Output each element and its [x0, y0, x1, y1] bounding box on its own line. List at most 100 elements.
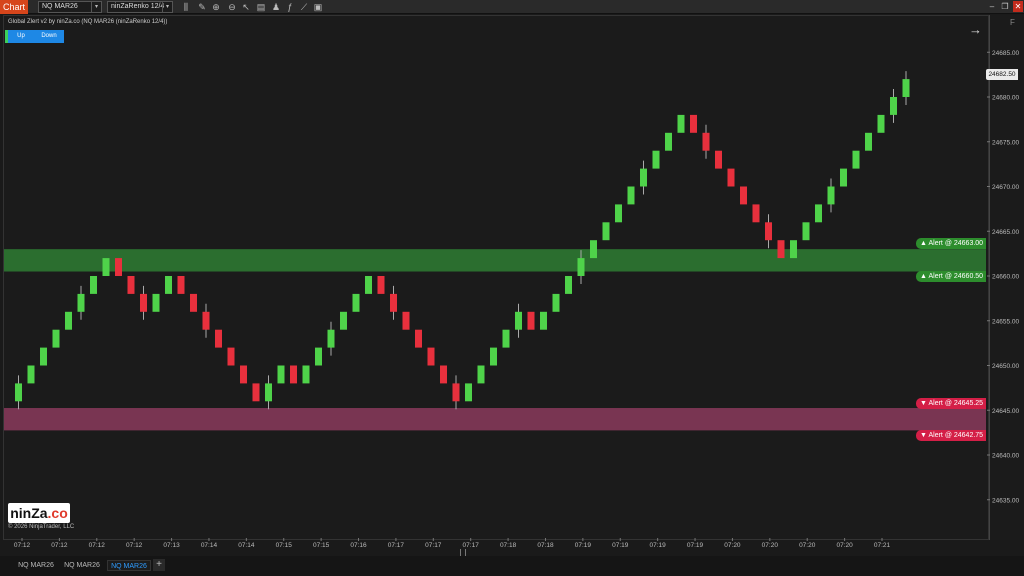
y-tick-label: 24655.00: [992, 318, 1019, 325]
alert-label[interactable]: ▲ Alert @ 24663.00: [916, 238, 986, 249]
candle: [402, 311, 410, 330]
tab-instrument[interactable]: NQ MAR26: [14, 560, 58, 571]
alert-label[interactable]: ▼ Alert @ 24642.75: [916, 430, 986, 441]
candle: [252, 383, 260, 402]
x-tick-label: 07:16: [350, 542, 367, 549]
alert-label[interactable]: ▼ Alert @ 24645.25: [916, 398, 986, 409]
x-tick-label: 07:20: [724, 542, 741, 549]
arrow-right-icon[interactable]: →: [969, 22, 982, 37]
candle: [752, 204, 760, 223]
logo-text-a: ninZa: [10, 505, 48, 521]
candle: [790, 240, 797, 259]
x-tick-label: 07:12: [126, 542, 143, 549]
x-tick-label: 07:12: [14, 542, 31, 549]
candle: [240, 365, 247, 384]
x-tick-label: 07:19: [612, 542, 629, 549]
candle: [890, 97, 897, 115]
x-tick-label: 07:20: [762, 542, 779, 549]
y-tick-label: 24680.00: [992, 95, 1019, 102]
candle: [377, 276, 385, 294]
candle: [390, 293, 397, 312]
candle: [302, 365, 310, 384]
y-tick-label: 24650.00: [992, 363, 1019, 370]
candle: [552, 293, 560, 312]
candle: [165, 276, 172, 294]
up-button[interactable]: Up: [5, 30, 34, 43]
candle: [602, 222, 610, 241]
candle: [540, 311, 547, 330]
candle: [640, 168, 647, 187]
candle: [465, 383, 472, 402]
candle: [652, 150, 660, 169]
candle: [77, 293, 85, 312]
candle: [65, 311, 72, 330]
x-tick-label: 07:12: [51, 542, 68, 549]
candle: [690, 114, 697, 133]
tab-instrument[interactable]: NQ MAR26: [60, 560, 104, 571]
tab-instrument-active[interactable]: NQ MAR26: [107, 560, 151, 571]
candle: [440, 365, 447, 384]
candle: [15, 383, 22, 402]
x-tick-label: 07:14: [201, 542, 218, 549]
y-tick-label: 24665.00: [992, 229, 1019, 236]
x-tick-label: 07:17: [388, 542, 405, 549]
alert-zone: [4, 249, 986, 272]
y-tick-label: 24670.00: [992, 184, 1019, 191]
candle: [527, 311, 535, 330]
copyright: © 2026 NinjaTrader, LLC: [8, 524, 75, 530]
candle: [852, 150, 860, 169]
x-tick-label: 07:18: [500, 542, 517, 549]
alert-label[interactable]: ▲ Alert @ 24660.50: [916, 271, 986, 282]
candle: [40, 347, 47, 366]
y-tick-label: 24660.00: [992, 274, 1019, 281]
alert-zone: [4, 408, 986, 431]
candle: [565, 276, 572, 294]
x-tick-label: 07:17: [463, 542, 480, 549]
candle: [765, 222, 772, 241]
candle: [215, 329, 222, 348]
candle: [102, 258, 110, 276]
candle: [677, 114, 685, 133]
candle: [352, 293, 360, 312]
x-tick-label: 07:19: [687, 542, 704, 549]
x-tick-label: 07:19: [575, 542, 592, 549]
y-tick-label: 24645.00: [992, 408, 1019, 415]
candle: [490, 347, 497, 366]
x-tick-label: 07:12: [89, 542, 106, 549]
candle: [415, 329, 422, 348]
candle: [290, 365, 297, 384]
candle: [840, 168, 847, 187]
candle: [477, 365, 485, 384]
candle: [265, 383, 272, 402]
candle: [52, 329, 60, 348]
x-tick-label: 07:13: [163, 542, 180, 549]
current-price-marker: 24682.50: [986, 69, 1018, 80]
candle: [227, 347, 235, 366]
x-tick-label: 07:19: [650, 542, 667, 549]
x-tick-label: 07:15: [313, 542, 330, 549]
down-button[interactable]: Down: [34, 30, 64, 43]
price-chart: 24635.00 24640.00 24645.00 24650.00 24655.00…: [4, 50, 1019, 549]
candle: [827, 186, 835, 205]
candle: [665, 132, 672, 151]
add-tab-button[interactable]: +: [153, 559, 165, 571]
candle: [515, 311, 522, 330]
candle: [177, 276, 185, 294]
candle: [27, 365, 35, 384]
candle: [277, 365, 285, 384]
candle: [427, 347, 435, 366]
x-tick-label: 07:20: [799, 542, 816, 549]
candle: [715, 150, 722, 169]
candle: [115, 258, 122, 276]
candle: [315, 347, 322, 366]
candle: [90, 276, 97, 294]
candle: [877, 114, 885, 133]
y-tick-label: 24640.00: [992, 453, 1019, 460]
candle: [740, 186, 747, 205]
x-tick-label: 07:21: [874, 542, 891, 549]
candle: [627, 186, 635, 205]
candle: [340, 311, 347, 330]
candle: [452, 383, 460, 402]
candle: [365, 276, 372, 294]
x-tick-label: 07:15: [276, 542, 293, 549]
